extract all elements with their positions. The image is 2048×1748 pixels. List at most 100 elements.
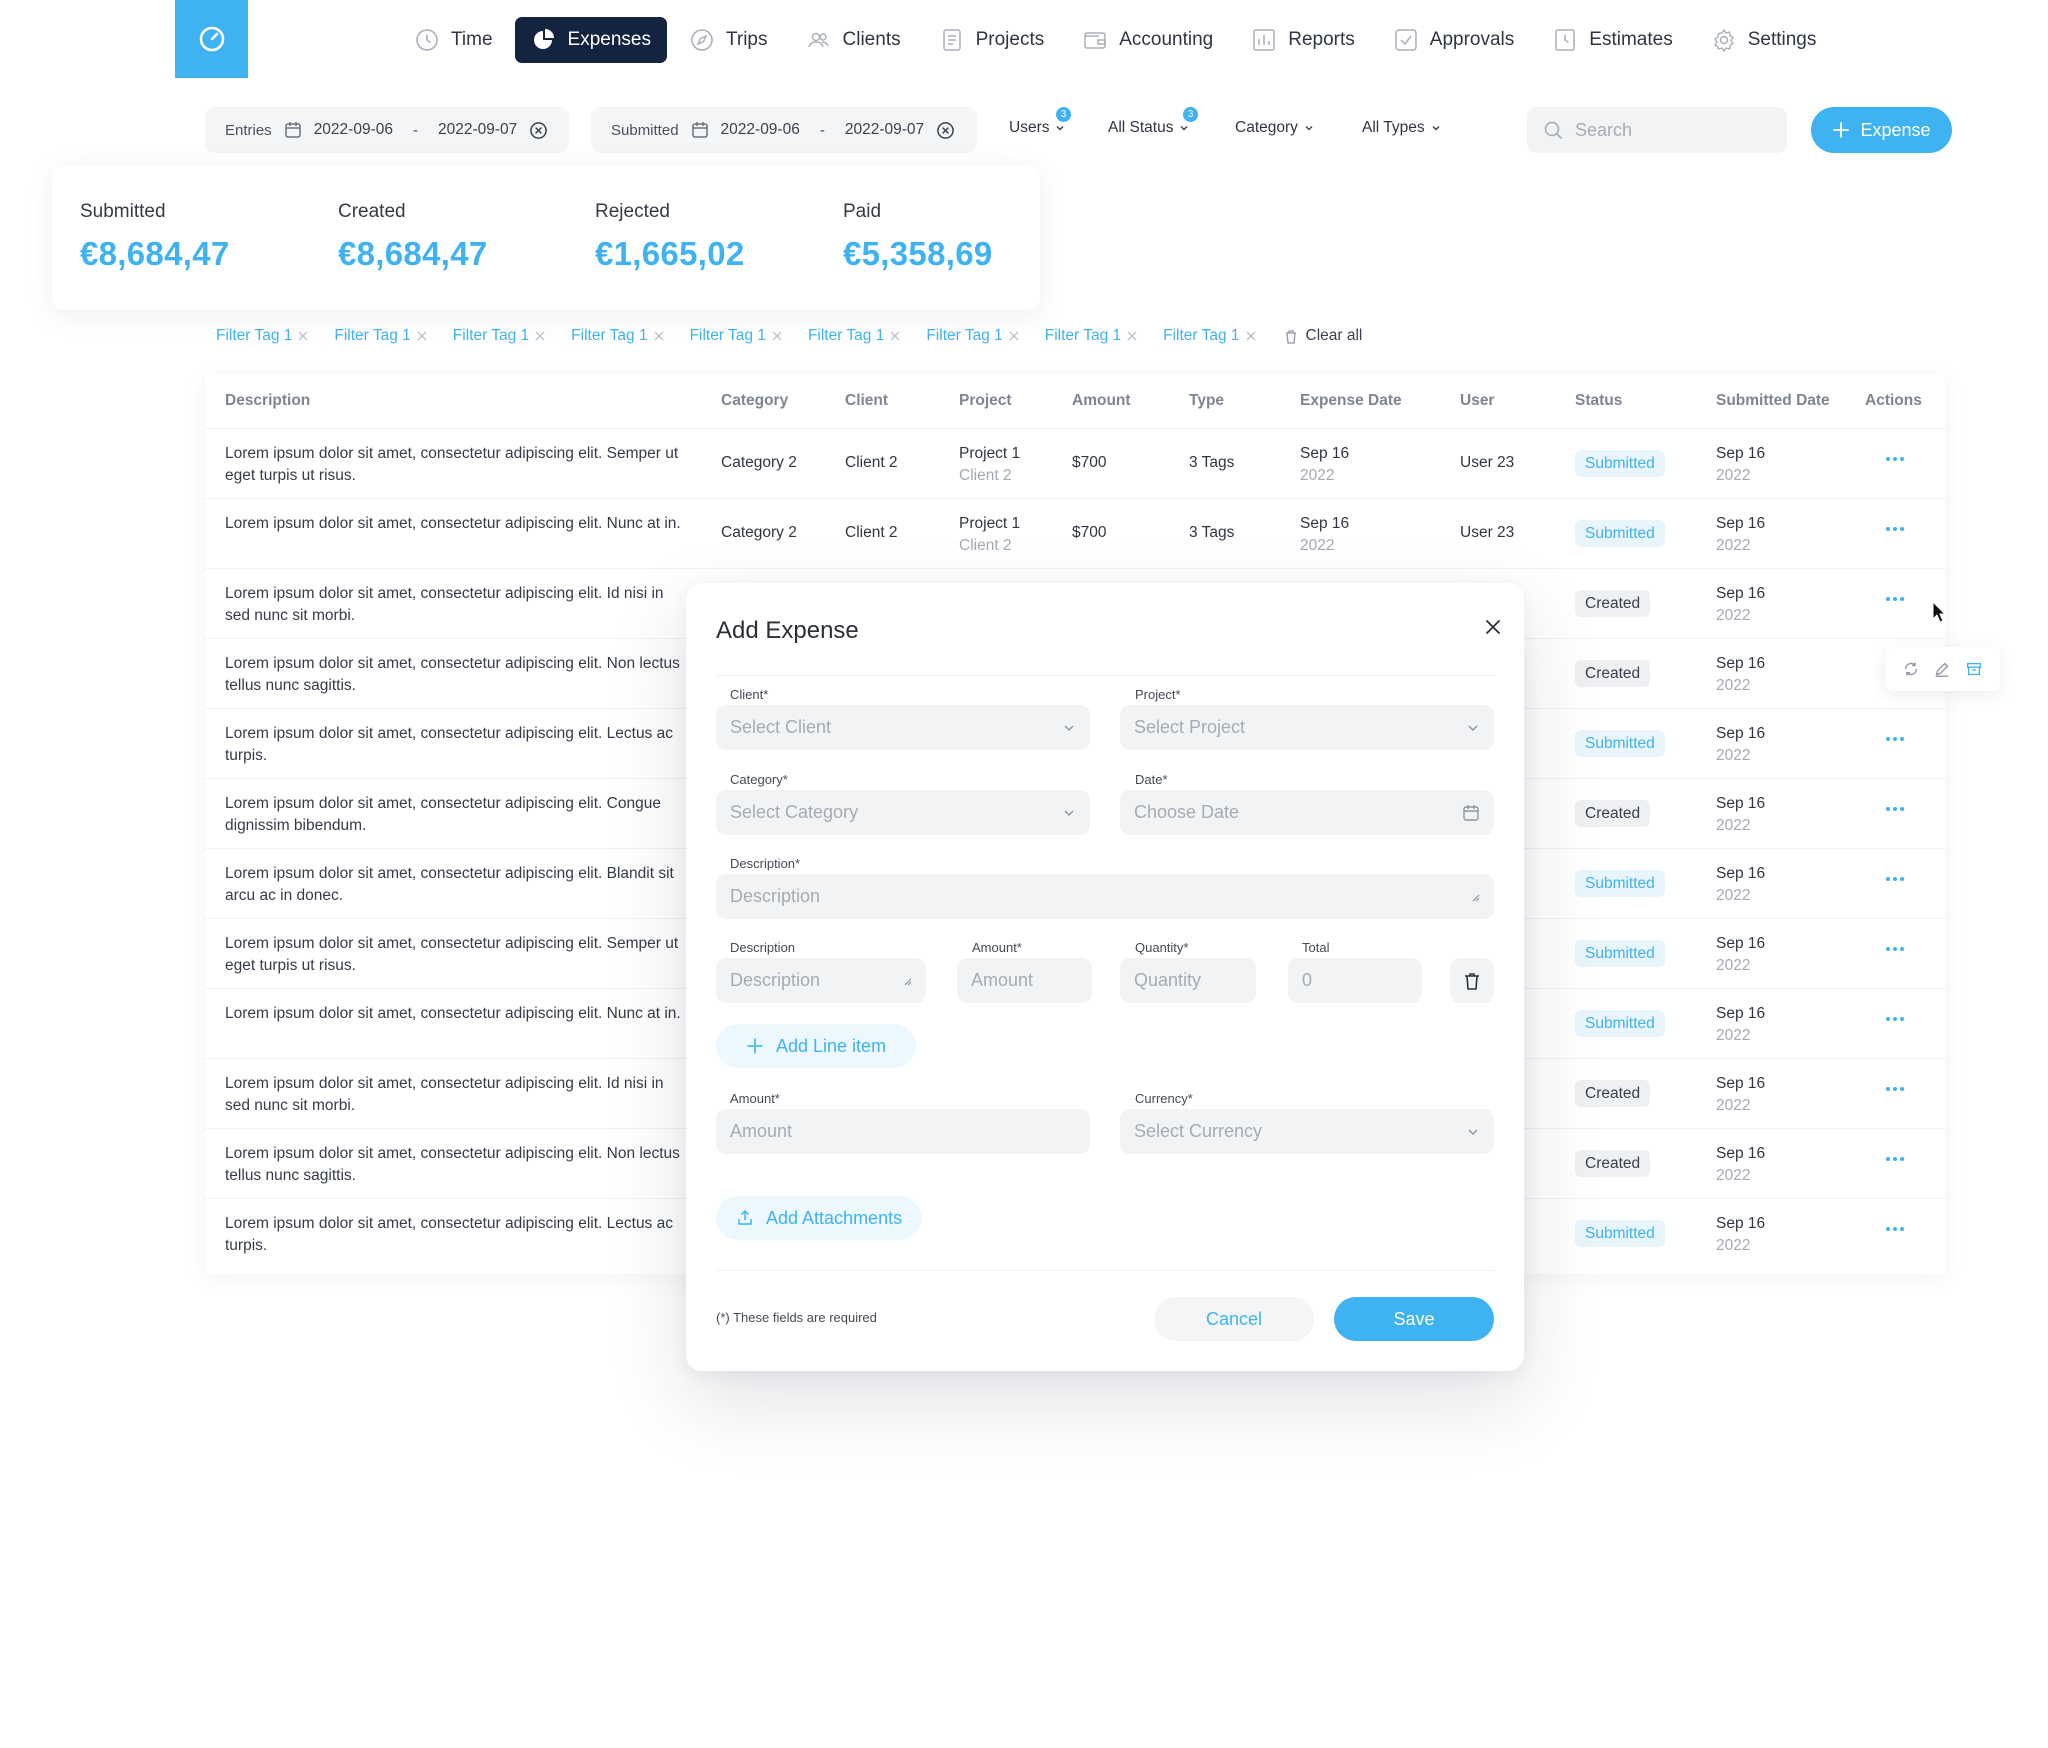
column-header[interactable]: Expense Date bbox=[1300, 392, 1402, 410]
nav-item-accounting[interactable]: Accounting bbox=[1066, 17, 1229, 63]
remove-tag-icon[interactable] bbox=[416, 330, 428, 342]
search-input[interactable]: Search bbox=[1527, 107, 1787, 153]
types-dropdown[interactable]: All Types bbox=[1362, 119, 1441, 137]
nav-item-trips[interactable]: Trips bbox=[673, 17, 784, 63]
add-attachments-button[interactable]: Add Attachments bbox=[716, 1196, 923, 1240]
date-year: 2022 bbox=[1716, 537, 1751, 554]
filter-tag[interactable]: Filter Tag 1 bbox=[690, 327, 783, 345]
close-button[interactable] bbox=[1479, 613, 1507, 641]
resize-handle-icon[interactable] bbox=[1470, 892, 1480, 902]
filter-tag[interactable]: Filter Tag 1 bbox=[1163, 327, 1256, 345]
more-actions-button[interactable] bbox=[1885, 806, 1905, 812]
column-header[interactable]: Category bbox=[721, 392, 788, 410]
remove-tag-icon[interactable] bbox=[889, 330, 901, 342]
add-expense-button[interactable]: Expense bbox=[1811, 107, 1952, 153]
more-actions-button[interactable] bbox=[1885, 1156, 1905, 1162]
date-picker[interactable]: Choose Date bbox=[1120, 790, 1494, 835]
column-header[interactable]: Status bbox=[1575, 392, 1622, 410]
column-header[interactable]: Amount bbox=[1072, 392, 1131, 410]
more-actions-button[interactable] bbox=[1885, 1086, 1905, 1092]
remove-tag-icon[interactable] bbox=[534, 330, 546, 342]
nav-item-projects[interactable]: Projects bbox=[923, 17, 1061, 63]
description-textarea[interactable]: Description bbox=[716, 874, 1494, 919]
add-line-item-button[interactable]: Add Line item bbox=[716, 1024, 917, 1068]
quantity-input[interactable]: Quantity bbox=[1120, 958, 1256, 1003]
more-actions-button[interactable] bbox=[1885, 526, 1905, 532]
more-actions-button[interactable] bbox=[1885, 736, 1905, 742]
nav-item-time[interactable]: Time bbox=[398, 17, 509, 63]
clear-circle-icon[interactable] bbox=[529, 121, 548, 140]
nav-item-estimates[interactable]: Estimates bbox=[1536, 17, 1688, 63]
more-actions-button[interactable] bbox=[1885, 1226, 1905, 1232]
amount-input[interactable]: Amount bbox=[716, 1109, 1090, 1154]
delete-line-button[interactable] bbox=[1450, 958, 1494, 1003]
more-actions-button[interactable] bbox=[1885, 946, 1905, 952]
stat-value: €5,358,69 bbox=[843, 235, 993, 272]
remove-tag-icon[interactable] bbox=[1126, 330, 1138, 342]
column-header[interactable]: Actions bbox=[1865, 392, 1922, 410]
nav-item-reports[interactable]: Reports bbox=[1235, 17, 1371, 63]
filter-tag[interactable]: Filter Tag 1 bbox=[453, 327, 546, 345]
column-header[interactable]: Type bbox=[1189, 392, 1224, 410]
archive-icon[interactable] bbox=[1965, 660, 1983, 678]
clear-circle-icon[interactable] bbox=[936, 121, 955, 140]
more-actions-button[interactable] bbox=[1885, 456, 1905, 462]
document-icon bbox=[942, 29, 961, 51]
filter-tag[interactable]: Filter Tag 1 bbox=[808, 327, 901, 345]
more-actions-button[interactable] bbox=[1885, 1016, 1905, 1022]
clear-all-button[interactable]: Clear all bbox=[1284, 327, 1362, 345]
date-placeholder: Choose Date bbox=[1134, 802, 1240, 822]
add-attachments-label: Add Attachments bbox=[766, 1207, 903, 1228]
remove-tag-icon[interactable] bbox=[653, 330, 665, 342]
filter-tag[interactable]: Filter Tag 1 bbox=[334, 327, 427, 345]
project-select[interactable]: Select Project bbox=[1120, 705, 1494, 750]
remove-tag-icon[interactable] bbox=[297, 330, 309, 342]
submitted-date-filter[interactable]: Submitted 2022-09-06 - 2022-09-07 bbox=[591, 107, 977, 153]
filter-tag[interactable]: Filter Tag 1 bbox=[571, 327, 664, 345]
row-description: Lorem ipsum dolor sit amet, consectetur … bbox=[225, 1145, 680, 1184]
nav-item-approvals[interactable]: Approvals bbox=[1377, 17, 1531, 63]
category-dropdown[interactable]: Category bbox=[1235, 119, 1314, 137]
remove-tag-icon[interactable] bbox=[1245, 330, 1257, 342]
nav-item-clients[interactable]: Clients bbox=[790, 17, 917, 63]
resize-handle-icon[interactable] bbox=[902, 976, 912, 986]
column-header[interactable]: Description bbox=[225, 392, 310, 410]
edit-icon[interactable] bbox=[1933, 660, 1951, 678]
filter-tag[interactable]: Filter Tag 1 bbox=[216, 327, 309, 345]
entries-date-filter[interactable]: Entries 2022-09-06 - 2022-09-07 bbox=[205, 107, 569, 153]
users-dropdown-label: Users bbox=[1009, 119, 1050, 136]
row-description: Lorem ipsum dolor sit amet, consectetur … bbox=[225, 1215, 673, 1254]
row-description: Lorem ipsum dolor sit amet, consectetur … bbox=[225, 865, 674, 904]
more-actions-button[interactable] bbox=[1885, 596, 1905, 602]
category-select[interactable]: Select Category bbox=[716, 790, 1090, 835]
filter-tag[interactable]: Filter Tag 1 bbox=[1045, 327, 1138, 345]
save-button[interactable]: Save bbox=[1334, 1297, 1494, 1341]
app-logo[interactable] bbox=[175, 0, 248, 78]
filter-tag-label: Filter Tag 1 bbox=[571, 327, 648, 344]
client-select[interactable]: Select Client bbox=[716, 705, 1090, 750]
filter-tag[interactable]: Filter Tag 1 bbox=[926, 327, 1019, 345]
line-amount-input[interactable]: Amount bbox=[957, 958, 1092, 1003]
users-dropdown[interactable]: Users 3 bbox=[1009, 107, 1071, 137]
refresh-icon[interactable] bbox=[1902, 660, 1920, 678]
nav-item-settings[interactable]: Settings bbox=[1695, 17, 1833, 63]
more-dots-icon bbox=[1886, 527, 1904, 531]
date-day: Sep 16 bbox=[1716, 515, 1766, 532]
cancel-button[interactable]: Cancel bbox=[1154, 1297, 1314, 1341]
status-dropdown[interactable]: All Status 3 bbox=[1108, 107, 1198, 137]
currency-select[interactable]: Select Currency bbox=[1120, 1109, 1494, 1154]
nav-item-expenses[interactable]: Expenses bbox=[514, 17, 667, 63]
column-header[interactable]: Project bbox=[959, 392, 1012, 410]
more-actions-button[interactable] bbox=[1885, 876, 1905, 882]
table-row[interactable]: Lorem ipsum dolor sit amet, consectetur … bbox=[205, 428, 1945, 498]
column-header[interactable]: Client bbox=[845, 392, 888, 410]
remove-tag-icon[interactable] bbox=[771, 330, 783, 342]
column-header[interactable]: User bbox=[1460, 392, 1494, 410]
remove-tag-icon[interactable] bbox=[1008, 330, 1020, 342]
chevron-down-icon bbox=[1180, 126, 1188, 131]
line-description-input[interactable]: Description bbox=[716, 958, 926, 1003]
client-label: Client* bbox=[730, 687, 769, 702]
column-header[interactable]: Submitted Date bbox=[1716, 392, 1830, 410]
check-square-icon bbox=[1395, 29, 1417, 51]
table-row[interactable]: Lorem ipsum dolor sit amet, consectetur … bbox=[205, 498, 1945, 568]
